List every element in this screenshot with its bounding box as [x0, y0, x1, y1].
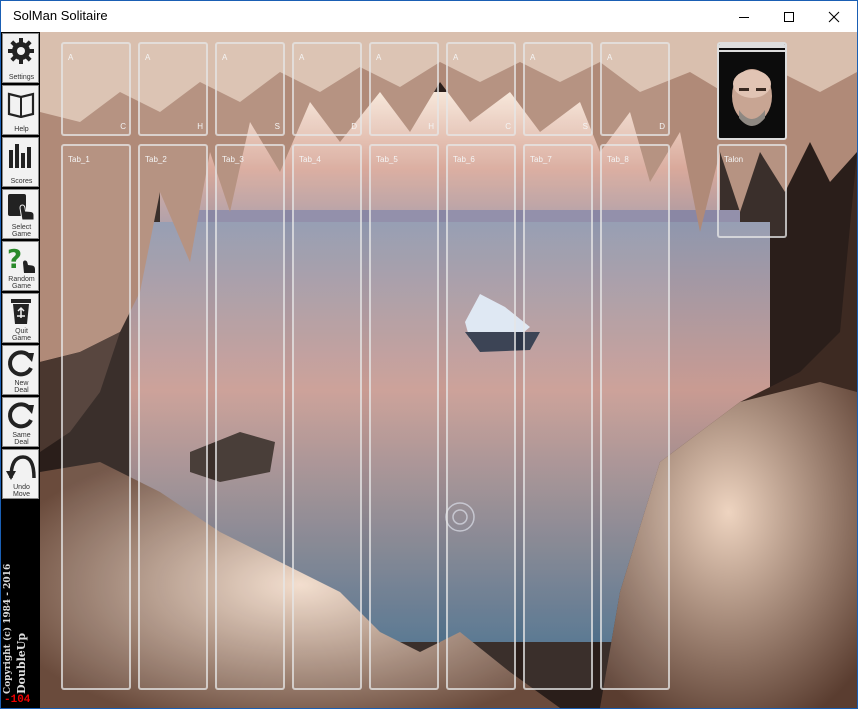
tableau-pile[interactable]: Tab_3 [215, 144, 285, 690]
tool-label: Game [11, 283, 32, 290]
tool-label: Help [14, 126, 29, 133]
talon-pile[interactable]: Talon [717, 144, 787, 238]
tool-label: Deal [14, 387, 29, 394]
foundation-pile[interactable]: AS [523, 42, 593, 136]
undo-arrow-icon [6, 455, 36, 480]
undo-move-button[interactable]: Undo Move [2, 449, 39, 499]
tool-label: Deal [14, 439, 29, 446]
quit-game-button[interactable]: Quit Game [2, 293, 39, 343]
game-board: Talon A C A H A S A D A H A C A S A D Tab_1 Tab_2 Tab_3 Tab… [40, 32, 857, 708]
foundation-pile[interactable]: AH [138, 42, 208, 136]
tableau-pile[interactable]: Tab_8 [600, 144, 670, 690]
pile-suit: C [120, 122, 126, 131]
tool-label: Move [12, 491, 31, 498]
pile-label: A [453, 53, 459, 62]
pile-label: A [68, 53, 74, 62]
random-game-button[interactable]: ? Random Game [2, 241, 39, 291]
hand-pointer-icon [8, 194, 35, 221]
maximize-button[interactable] [766, 1, 812, 32]
pile-suit: H [428, 122, 434, 131]
tool-label: Scores [10, 178, 33, 185]
brand-text: DoubleUp [15, 632, 28, 694]
stock-pile[interactable] [717, 42, 787, 140]
tool-label: New [14, 380, 29, 387]
select-game-button[interactable]: Select Game [2, 189, 39, 239]
toolbar: Settings Help Scores Select Game ? Rando… [1, 32, 40, 708]
question-hand-icon: ? [7, 245, 35, 274]
tool-label: Game [11, 335, 32, 342]
refresh-icon [8, 402, 34, 429]
foundation-pile[interactable]: AD [292, 42, 362, 136]
pile-suit: S [274, 122, 280, 131]
book-icon [7, 92, 35, 118]
tool-label: Settings [8, 74, 35, 81]
same-deal-button[interactable]: Same Deal [2, 397, 39, 447]
pile-label: A [145, 53, 151, 62]
minimize-button[interactable] [721, 1, 767, 32]
recycle-bin-icon [11, 299, 31, 324]
bar-chart-icon [9, 144, 31, 168]
minimize-icon [739, 16, 749, 18]
window-title: SolMan Solitaire [13, 8, 108, 23]
pile-suit: D [351, 122, 357, 131]
pile-suit: C [505, 122, 511, 131]
foundation-pile[interactable]: AD [600, 42, 670, 136]
pile-label: A [376, 53, 382, 62]
close-button[interactable] [811, 1, 857, 32]
scores-button[interactable]: Scores [2, 137, 39, 187]
tool-label: Select [11, 224, 32, 231]
pile-label: Tab_6 [453, 155, 475, 164]
pile-label: Tab_4 [299, 155, 321, 164]
tool-label: Quit [15, 328, 28, 335]
pile-label: Tab_3 [222, 155, 244, 164]
new-deal-button[interactable]: New Deal [2, 345, 39, 395]
close-icon [828, 11, 840, 22]
gear-icon [8, 38, 34, 64]
score-counter: -104 [4, 694, 31, 706]
tool-label: Random [8, 276, 35, 283]
tableau-pile[interactable]: Tab_2 [138, 144, 208, 690]
app-window: SolMan Solitaire Settings Help Scores Se… [0, 0, 858, 709]
title-bar[interactable]: SolMan Solitaire [1, 1, 857, 32]
pile-label: A [530, 53, 536, 62]
tableau-pile[interactable]: Tab_6 [446, 144, 516, 690]
tool-label: Undo [13, 484, 30, 491]
pile-label: A [222, 53, 228, 62]
copyright-notice: Copyright (c) 1984 - 2016 DoubleUp [3, 524, 33, 694]
pile-suit: D [659, 122, 665, 131]
pile-suit: H [197, 122, 203, 131]
foundation-pile[interactable]: AC [61, 42, 131, 136]
pile-label: Tab_2 [145, 155, 167, 164]
tableau-pile[interactable]: Tab_5 [369, 144, 439, 690]
player-avatar-icon [719, 44, 785, 126]
refresh-icon [8, 350, 34, 377]
tableau-pile[interactable]: Tab_7 [523, 144, 593, 690]
pile-label: A [607, 53, 613, 62]
pile-suit: S [582, 122, 588, 131]
maximize-icon [784, 11, 794, 22]
copyright-text: Copyright (c) 1984 - 2016 [3, 563, 13, 694]
foundation-pile[interactable]: AH [369, 42, 439, 136]
tableau-pile[interactable]: Tab_4 [292, 144, 362, 690]
pile-label: Tab_8 [607, 155, 629, 164]
tool-label: Game [11, 231, 32, 238]
pile-label: A [299, 53, 305, 62]
pile-label: Talon [724, 155, 744, 164]
svg-text:?: ? [7, 245, 22, 274]
tool-label: Same [12, 432, 31, 439]
pile-label: Tab_1 [68, 155, 90, 164]
settings-button[interactable]: Settings [2, 33, 39, 83]
foundation-pile[interactable]: AC [446, 42, 516, 136]
pile-label: Tab_7 [530, 155, 552, 164]
tableau-pile[interactable]: Tab_1 [61, 144, 131, 690]
pile-label: Tab_5 [376, 155, 398, 164]
foundation-pile[interactable]: AS [215, 42, 285, 136]
help-button[interactable]: Help [2, 85, 39, 135]
